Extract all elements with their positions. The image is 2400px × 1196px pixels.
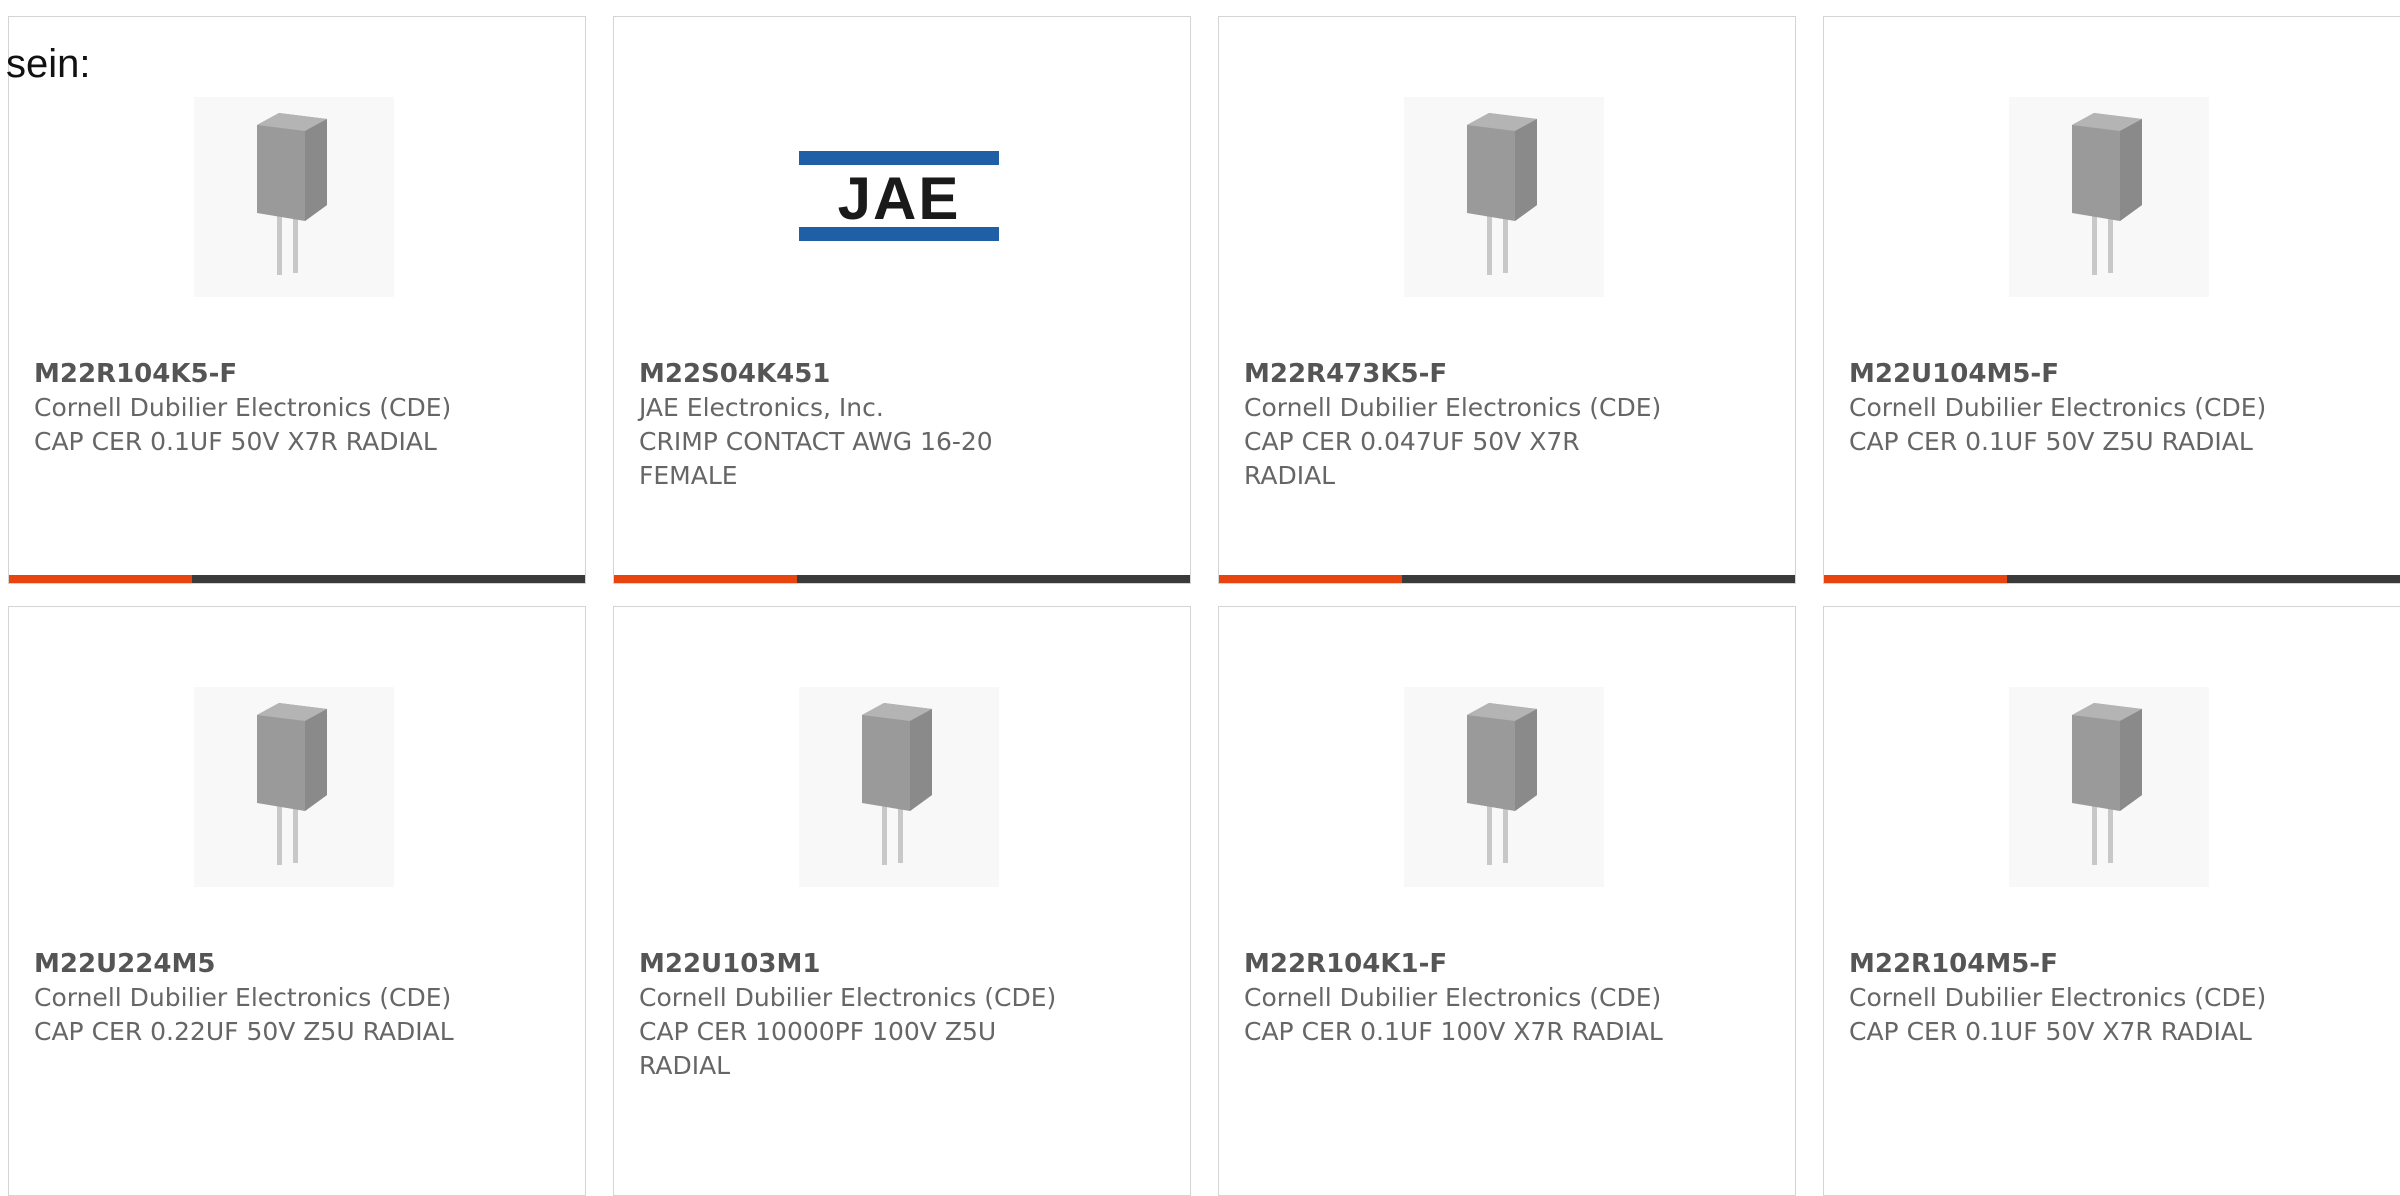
card-accent-bar	[1824, 575, 2400, 583]
part-number-link[interactable]: M22R104M5-F	[1849, 947, 2289, 981]
manufacturer: Cornell Dubilier Electronics (CDE)	[34, 983, 452, 1012]
part-number-link[interactable]: M22U104M5-F	[1849, 357, 2289, 391]
product-info: M22R104M5-F Cornell Dubilier Electronics…	[1849, 947, 2289, 1049]
manufacturer: Cornell Dubilier Electronics (CDE)	[639, 983, 1057, 1012]
capacitor-image[interactable]	[1404, 97, 1604, 297]
part-number-link[interactable]: M22R473K5-F	[1244, 357, 1684, 391]
manufacturer: Cornell Dubilier Electronics (CDE)	[1244, 983, 1662, 1012]
capacitor-icon	[257, 703, 327, 865]
product-card[interactable]: M22U104M5-F Cornell Dubilier Electronics…	[1823, 16, 2400, 584]
card-accent-bar	[9, 575, 585, 583]
product-info: M22S04K451 JAE Electronics, Inc. CRIMP C…	[639, 357, 1079, 493]
manufacturer: JAE Electronics, Inc.	[639, 393, 884, 422]
jae-logo-icon: JAE	[799, 151, 999, 241]
capacitor-image[interactable]	[1404, 687, 1604, 887]
description: CAP CER 0.1UF 50V Z5U RADIAL	[1849, 427, 2253, 456]
accent-bar-highlight	[1219, 575, 1402, 583]
capacitor-image[interactable]	[2009, 97, 2209, 297]
manufacturer: Cornell Dubilier Electronics (CDE)	[1849, 983, 2267, 1012]
product-info: M22R104K5-F Cornell Dubilier Electronics…	[34, 357, 474, 459]
product-info: M22R104K1-F Cornell Dubilier Electronics…	[1244, 947, 1684, 1049]
capacitor-icon	[862, 703, 932, 865]
part-number-link[interactable]: M22U224M5	[34, 947, 474, 981]
product-info: M22U103M1 Cornell Dubilier Electronics (…	[639, 947, 1079, 1083]
description: CRIMP CONTACT AWG 16-20 FEMALE	[639, 427, 993, 490]
description: CAP CER 0.047UF 50V X7R RADIAL	[1244, 427, 1580, 490]
capacitor-icon	[257, 113, 327, 275]
capacitor-image[interactable]	[799, 687, 999, 887]
manufacturer: Cornell Dubilier Electronics (CDE)	[1849, 393, 2267, 422]
product-card[interactable]: M22R104K1-F Cornell Dubilier Electronics…	[1218, 606, 1796, 1196]
product-card[interactable]: M22R104M5-F Cornell Dubilier Electronics…	[1823, 606, 2400, 1196]
card-accent-bar	[614, 575, 1190, 583]
capacitor-icon	[2072, 113, 2142, 275]
card-accent-bar	[1219, 575, 1795, 583]
description: CAP CER 0.1UF 100V X7R RADIAL	[1244, 1017, 1663, 1046]
product-info: M22U104M5-F Cornell Dubilier Electronics…	[1849, 357, 2289, 459]
capacitor-icon	[2072, 703, 2142, 865]
product-info: M22R473K5-F Cornell Dubilier Electronics…	[1244, 357, 1684, 493]
manufacturer: Cornell Dubilier Electronics (CDE)	[34, 393, 452, 422]
intro-text: sein:	[6, 42, 91, 86]
product-card[interactable]: M22U224M5 Cornell Dubilier Electronics (…	[8, 606, 586, 1196]
description: CAP CER 0.22UF 50V Z5U RADIAL	[34, 1017, 454, 1046]
capacitor-image[interactable]	[194, 687, 394, 887]
jae-logo-text: JAE	[838, 165, 961, 232]
part-number-link[interactable]: M22R104K1-F	[1244, 947, 1684, 981]
description: CAP CER 10000PF 100V Z5U RADIAL	[639, 1017, 997, 1080]
manufacturer: Cornell Dubilier Electronics (CDE)	[1244, 393, 1662, 422]
product-grid: M22R104K5-F Cornell Dubilier Electronics…	[8, 16, 2400, 1196]
product-card[interactable]: M22U103M1 Cornell Dubilier Electronics (…	[613, 606, 1191, 1196]
part-number-link[interactable]: M22S04K451	[639, 357, 1079, 391]
accent-bar-highlight	[614, 575, 797, 583]
product-info: M22U224M5 Cornell Dubilier Electronics (…	[34, 947, 474, 1049]
description: CAP CER 0.1UF 50V X7R RADIAL	[34, 427, 437, 456]
capacitor-image[interactable]	[194, 97, 394, 297]
description: CAP CER 0.1UF 50V X7R RADIAL	[1849, 1017, 2252, 1046]
accent-bar-highlight	[1824, 575, 2007, 583]
product-card[interactable]: M22R104K5-F Cornell Dubilier Electronics…	[8, 16, 586, 584]
capacitor-icon	[1467, 703, 1537, 865]
part-number-link[interactable]: M22R104K5-F	[34, 357, 474, 391]
product-card[interactable]: M22R473K5-F Cornell Dubilier Electronics…	[1218, 16, 1796, 584]
accent-bar-highlight	[9, 575, 192, 583]
part-number-link[interactable]: M22U103M1	[639, 947, 1079, 981]
capacitor-image[interactable]	[2009, 687, 2209, 887]
product-card[interactable]: JAE M22S04K451 JAE Electronics, Inc. CRI…	[613, 16, 1191, 584]
capacitor-icon	[1467, 113, 1537, 275]
jae-logo[interactable]: JAE	[799, 97, 999, 297]
